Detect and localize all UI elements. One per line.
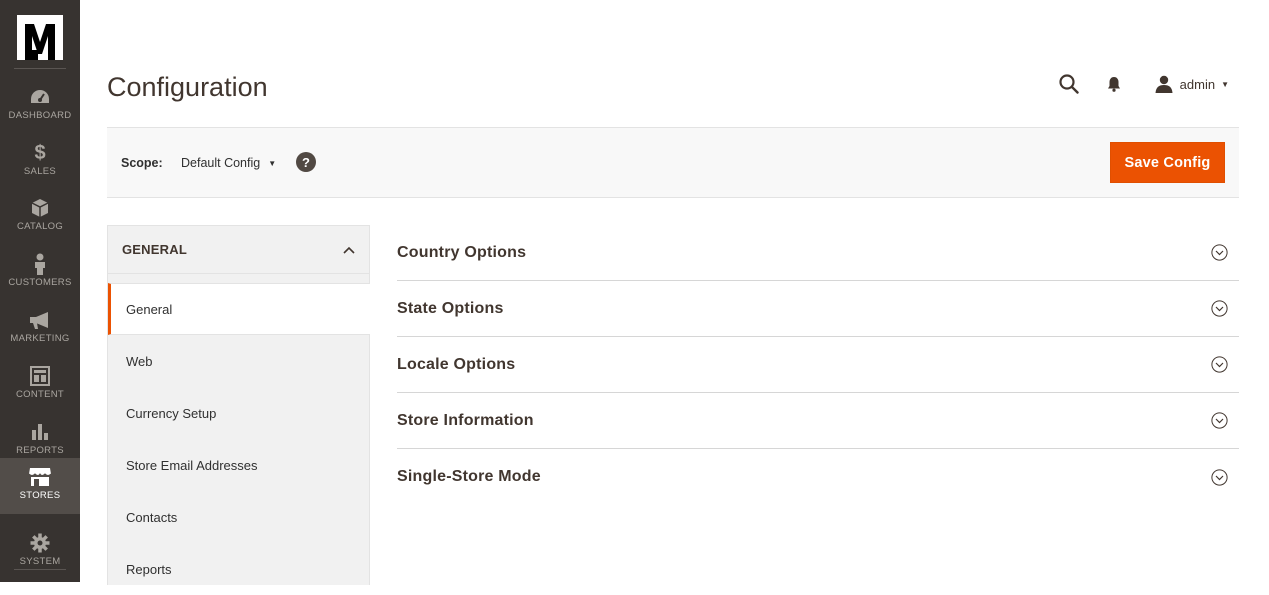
tabs-list: General Web Currency Setup Store Email A… bbox=[108, 283, 370, 595]
tab-reports[interactable]: Reports bbox=[108, 543, 369, 595]
section-store-information[interactable]: Store Information bbox=[397, 393, 1239, 449]
menu-item-marketing[interactable]: MARKETING bbox=[0, 301, 80, 357]
storefront-icon bbox=[28, 466, 52, 488]
menu-label: MARKETING bbox=[10, 333, 70, 344]
cube-icon bbox=[31, 197, 49, 219]
section-title: Locale Options bbox=[397, 355, 516, 373]
search-icon[interactable] bbox=[1059, 74, 1079, 94]
config-sections: Country Options State Options Locale Opt… bbox=[397, 225, 1239, 505]
tab-web[interactable]: Web bbox=[108, 335, 369, 387]
tab-general[interactable]: General bbox=[108, 283, 370, 335]
menu-item-stores[interactable]: STORES bbox=[0, 458, 80, 514]
menu-divider bbox=[14, 569, 66, 570]
tab-group-general[interactable]: GENERAL bbox=[108, 226, 369, 274]
menu-item-customers[interactable]: CUSTOMERS bbox=[0, 245, 80, 301]
section-single-store-mode[interactable]: Single-Store Mode bbox=[397, 449, 1239, 505]
caret-down-icon: ▼ bbox=[1221, 79, 1229, 89]
header-actions: admin ▼ bbox=[1059, 72, 1229, 96]
menu-item-content[interactable]: CONTENT bbox=[0, 357, 80, 413]
config-tabs: GENERAL General Web Currency Setup Store… bbox=[107, 225, 370, 585]
section-country-options[interactable]: Country Options bbox=[397, 225, 1239, 281]
expand-chevron-icon bbox=[1211, 300, 1228, 317]
scope-label: Scope: bbox=[121, 156, 163, 170]
page-title: Configuration bbox=[107, 72, 268, 102]
menu-item-catalog[interactable]: CATALOG bbox=[0, 189, 80, 245]
section-title: Single-Store Mode bbox=[397, 468, 541, 485]
expand-chevron-icon bbox=[1211, 468, 1228, 486]
section-title: State Options bbox=[397, 299, 504, 317]
chevron-up-icon bbox=[343, 241, 355, 259]
expand-chevron-icon bbox=[1211, 356, 1228, 373]
user-icon bbox=[1155, 75, 1173, 93]
tab-currency-setup[interactable]: Currency Setup bbox=[108, 387, 369, 439]
section-title: Country Options bbox=[397, 243, 527, 261]
menu-label: DASHBOARD bbox=[8, 110, 72, 121]
menu-label: STORES bbox=[19, 490, 61, 501]
tab-store-email-addresses[interactable]: Store Email Addresses bbox=[108, 439, 369, 491]
caret-down-icon: ▼ bbox=[268, 158, 277, 168]
menu-item-system[interactable]: SYSTEM bbox=[0, 524, 80, 580]
dollar-icon: $ bbox=[34, 141, 46, 164]
gear-icon bbox=[30, 532, 50, 554]
layout-icon bbox=[30, 365, 50, 387]
section-title: Store Information bbox=[397, 411, 534, 429]
scope-switcher[interactable]: Default Config ▼ bbox=[181, 156, 276, 170]
menu-item-sales[interactable]: $ SALES bbox=[0, 134, 80, 190]
user-menu[interactable]: admin ▼ bbox=[1155, 75, 1229, 93]
scope-value: Default Config bbox=[181, 156, 261, 170]
scope-bar: Scope: Default Config ▼ ? Save Config bbox=[107, 127, 1239, 198]
menu-item-dashboard[interactable]: DASHBOARD bbox=[0, 78, 80, 134]
save-config-button[interactable]: Save Config bbox=[1110, 142, 1225, 183]
megaphone-icon bbox=[29, 309, 51, 331]
expand-chevron-icon bbox=[1211, 244, 1228, 261]
magento-logo-icon bbox=[25, 24, 55, 60]
menu-label: SYSTEM bbox=[19, 556, 61, 567]
section-state-options[interactable]: State Options bbox=[397, 281, 1239, 337]
section-locale-options[interactable]: Locale Options bbox=[397, 337, 1239, 393]
menu-divider bbox=[14, 68, 66, 69]
menu-label: CATALOG bbox=[16, 221, 64, 232]
menu-label: REPORTS bbox=[16, 445, 64, 456]
menu-label: CUSTOMERS bbox=[8, 277, 72, 288]
bell-icon[interactable] bbox=[1107, 76, 1121, 92]
help-icon[interactable]: ? bbox=[296, 152, 316, 172]
tab-contacts[interactable]: Contacts bbox=[108, 491, 369, 543]
bar-chart-icon bbox=[30, 421, 50, 443]
expand-chevron-icon bbox=[1211, 412, 1228, 429]
admin-menu: DASHBOARD $ SALES CATALOG CUSTOMERS MARK… bbox=[0, 0, 80, 582]
menu-label: SALES bbox=[23, 166, 57, 177]
menu-label: CONTENT bbox=[15, 389, 64, 400]
tab-group-title: GENERAL bbox=[122, 242, 187, 257]
dashboard-icon bbox=[29, 86, 51, 108]
person-icon bbox=[33, 253, 47, 275]
magento-logo[interactable] bbox=[17, 15, 63, 60]
user-name: admin bbox=[1179, 76, 1216, 92]
